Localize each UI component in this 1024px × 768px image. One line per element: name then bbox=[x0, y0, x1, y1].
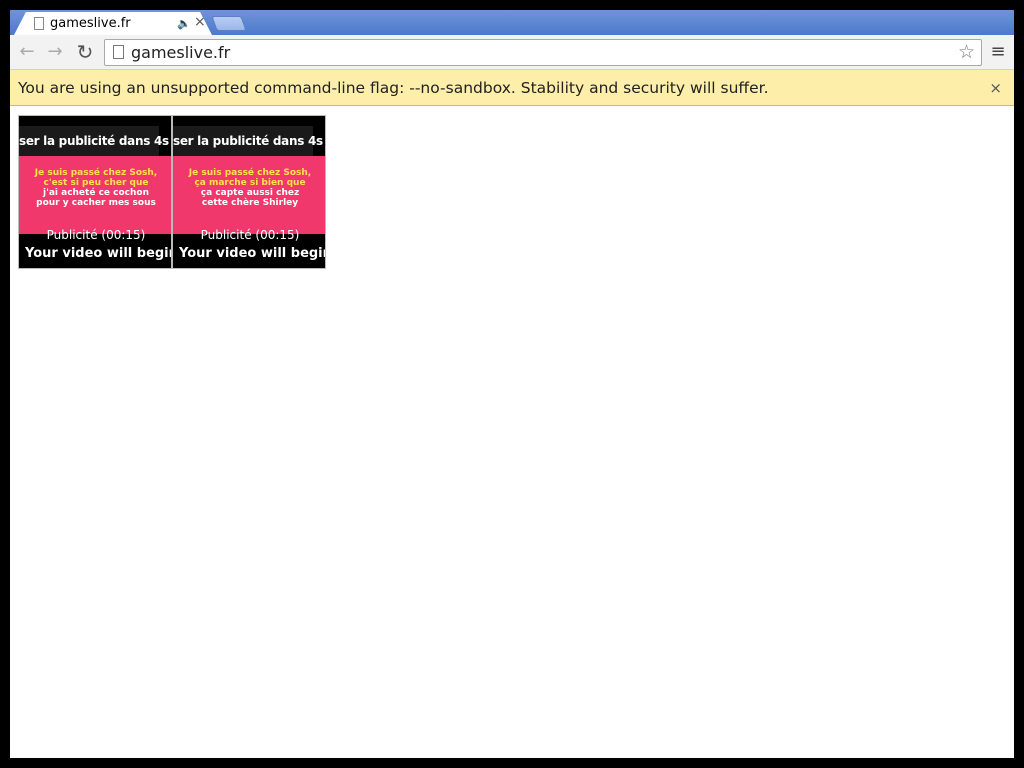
ad-copy: Je suis passé chez Sosh, ça marche si bi… bbox=[188, 168, 312, 208]
ad-frame: Je suis passé chez Sosh, c'est si peu ch… bbox=[19, 156, 171, 234]
video-ad-player[interactable]: ser la publicité dans 4s Je suis passé c… bbox=[18, 115, 172, 269]
reload-icon[interactable]: ↻ bbox=[74, 41, 96, 63]
warning-infobar: You are using an unsupported command-lin… bbox=[10, 70, 1014, 106]
video-ad-player[interactable]: ser la publicité dans 4s Je suis passé c… bbox=[172, 115, 326, 269]
address-bar[interactable]: gameslive.fr ☆ bbox=[104, 39, 982, 66]
video-begin-label: Your video will begin bbox=[179, 246, 326, 261]
url-text[interactable]: gameslive.fr bbox=[131, 43, 230, 62]
page-content: ser la publicité dans 4s Je suis passé c… bbox=[10, 106, 1014, 758]
tab-title: gameslive.fr bbox=[50, 16, 131, 31]
ad-countdown-label: Publicité (00:15) bbox=[46, 228, 146, 242]
page-icon bbox=[113, 45, 124, 59]
video-begin-label: Your video will begin bbox=[25, 246, 172, 261]
tab-strip: gameslive.fr 🔈 × bbox=[10, 10, 1014, 35]
close-icon[interactable]: × bbox=[194, 14, 206, 30]
skip-ad-text: ser la publicité dans 4s bbox=[19, 134, 169, 148]
back-arrow-icon[interactable]: ← bbox=[16, 41, 38, 63]
new-tab-button[interactable] bbox=[211, 16, 247, 31]
ad-countdown-label: Publicité (00:15) bbox=[200, 228, 300, 242]
ad-copy: Je suis passé chez Sosh, c'est si peu ch… bbox=[34, 168, 158, 208]
page-icon bbox=[34, 17, 44, 30]
toolbar: ← → ↻ gameslive.fr ☆ ≡ bbox=[10, 35, 1014, 70]
tab-active[interactable]: gameslive.fr 🔈 × bbox=[14, 12, 212, 35]
menu-icon[interactable]: ≡ bbox=[988, 41, 1008, 63]
forward-arrow-icon[interactable]: → bbox=[44, 41, 66, 63]
infobar-message: You are using an unsupported command-lin… bbox=[18, 79, 769, 97]
browser-window: gameslive.fr 🔈 × ← → ↻ gameslive.fr ☆ ≡ … bbox=[10, 10, 1014, 758]
speaker-icon[interactable]: 🔈 bbox=[177, 17, 191, 30]
star-icon[interactable]: ☆ bbox=[958, 41, 975, 63]
skip-ad-text: ser la publicité dans 4s bbox=[173, 134, 323, 148]
ad-frame: Je suis passé chez Sosh, ça marche si bi… bbox=[173, 156, 325, 234]
close-icon[interactable]: × bbox=[989, 79, 1002, 97]
